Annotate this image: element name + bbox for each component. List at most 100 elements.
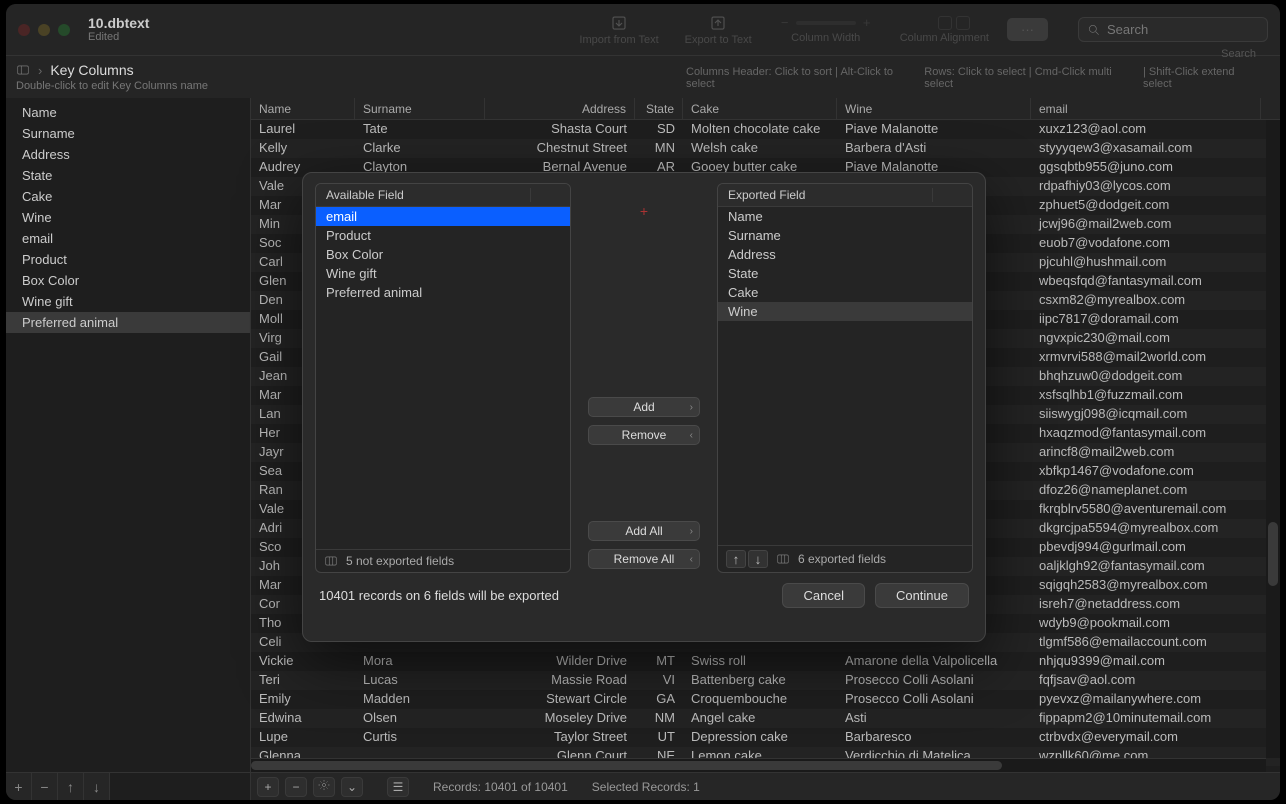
search-input[interactable]: Search — [1078, 17, 1268, 42]
table-cell: arincf8@mail2web.com — [1031, 443, 1261, 462]
zoom-window-button[interactable] — [58, 24, 70, 36]
sidebar-item[interactable]: Wine — [6, 207, 250, 228]
list-item[interactable]: Wine gift — [316, 264, 570, 283]
horizontal-scrollbar[interactable] — [251, 758, 1266, 772]
vertical-scrollbar[interactable] — [1266, 120, 1280, 758]
chevron-right-icon: › — [690, 402, 693, 413]
table-row[interactable]: EdwinaOlsenMoseley DriveNMAngel cakeAsti… — [251, 709, 1280, 728]
title-block: 10.dbtext Edited — [88, 16, 149, 43]
column-header[interactable]: Wine — [837, 98, 1031, 119]
list-item[interactable]: Product — [316, 226, 570, 245]
column-header[interactable]: Name — [251, 98, 355, 119]
table-row[interactable]: VickieMoraWilder DriveMTSwiss rollAmaron… — [251, 652, 1280, 671]
table-cell: zphuet5@dodgeit.com — [1031, 196, 1261, 215]
export-to-text-button[interactable]: Export to Text — [677, 14, 760, 46]
exported-fields-list[interactable]: Exported Field NameSurnameAddressStateCa… — [717, 183, 973, 573]
table-cell: siiswygj098@icqmail.com — [1031, 405, 1261, 424]
columns-icon — [776, 552, 790, 566]
table-cell: MT — [635, 652, 683, 671]
document-title: 10.dbtext — [88, 16, 149, 31]
collection-name[interactable]: Key Columns — [50, 62, 133, 78]
move-down-button[interactable]: ↓ — [84, 773, 110, 800]
move-exported-down-button[interactable]: ↓ — [748, 550, 768, 568]
move-up-button[interactable]: ↑ — [58, 773, 84, 800]
list-item[interactable]: Address — [718, 245, 972, 264]
sidebar-item[interactable]: Wine gift — [6, 291, 250, 312]
sidebar-item[interactable]: Name — [6, 102, 250, 123]
remove-field-dialog-button[interactable]: Remove‹ — [588, 425, 700, 445]
add-field-dialog-button[interactable]: Add› — [588, 397, 700, 417]
table-row[interactable]: LupeCurtisTaylor StreetUTDepression cake… — [251, 728, 1280, 747]
list-item[interactable]: Wine — [718, 302, 972, 321]
table-cell: UT — [635, 728, 683, 747]
move-exported-up-button[interactable]: ↑ — [726, 550, 746, 568]
list-item[interactable]: Name — [718, 207, 972, 226]
table-cell: Shasta Court — [485, 120, 635, 139]
column-header[interactable]: Cake — [683, 98, 837, 119]
table-cell: Depression cake — [683, 728, 837, 747]
list-item[interactable]: State — [718, 264, 972, 283]
table-cell: Clarke — [355, 139, 485, 158]
transfer-buttons: + Add› Remove‹ Add All› Remove All‹ — [579, 183, 709, 573]
table-cell: Angel cake — [683, 709, 837, 728]
column-header[interactable]: Address — [485, 98, 635, 119]
sidebar-item[interactable]: Box Color — [6, 270, 250, 291]
table-cell: Amarone della Valpolicella — [837, 652, 1031, 671]
add-row-button[interactable]: + — [257, 777, 279, 797]
table-cell: Prosecco Colli Asolani — [837, 690, 1031, 709]
list-item[interactable]: email — [316, 207, 570, 226]
remove-all-button[interactable]: Remove All‹ — [588, 549, 700, 569]
row-settings-button[interactable] — [313, 777, 335, 797]
table-row[interactable]: KellyClarkeChestnut StreetMNWelsh cakeBa… — [251, 139, 1280, 158]
remove-field-button[interactable]: − — [32, 773, 58, 800]
remove-row-button[interactable]: − — [285, 777, 307, 797]
field-list[interactable]: NameSurnameAddressStateCakeWineemailProd… — [6, 98, 250, 772]
table-cell: Vickie — [251, 652, 355, 671]
sidebar-item[interactable]: Cake — [6, 186, 250, 207]
list-item[interactable]: Cake — [718, 283, 972, 302]
sidebar-item[interactable]: Surname — [6, 123, 250, 144]
table-cell: Wilder Drive — [485, 652, 635, 671]
close-window-button[interactable] — [18, 24, 30, 36]
sidebar-item[interactable]: email — [6, 228, 250, 249]
table-cell: Prosecco Colli Asolani — [837, 671, 1031, 690]
list-item[interactable]: Preferred animal — [316, 283, 570, 302]
add-field-button[interactable]: + — [6, 773, 32, 800]
list-item[interactable]: Box Color — [316, 245, 570, 264]
hint-row: Columns Header: Click to sort | Alt-Clic… — [686, 66, 1266, 90]
sidebar-item[interactable]: Address — [6, 144, 250, 165]
column-alignment-control[interactable]: Column Alignment — [892, 16, 997, 44]
table-row[interactable]: TeriLucasMassie RoadVIBattenberg cakePro… — [251, 671, 1280, 690]
column-header[interactable]: email — [1031, 98, 1261, 119]
table-cell: ngvxpic230@mail.com — [1031, 329, 1261, 348]
list-item[interactable]: Surname — [718, 226, 972, 245]
sidebar-item[interactable]: Product — [6, 249, 250, 270]
table-cell: Teri — [251, 671, 355, 690]
row-dropdown-button[interactable]: ⌄ — [341, 777, 363, 797]
sidebar-toggle-icon[interactable] — [16, 63, 30, 77]
chevron-right-icon: › — [38, 63, 42, 78]
column-header[interactable]: State — [635, 98, 683, 119]
table-cell: jcwj96@mail2web.com — [1031, 215, 1261, 234]
chevron-right-icon: › — [690, 526, 693, 537]
columns-icon — [324, 554, 338, 568]
table-cell: fippapm2@10minutemail.com — [1031, 709, 1261, 728]
grid-header[interactable]: NameSurnameAddressStateCakeWineemail — [251, 98, 1280, 120]
minimize-window-button[interactable] — [38, 24, 50, 36]
column-header[interactable]: Surname — [355, 98, 485, 119]
import-from-text-button[interactable]: Import from Text — [571, 14, 666, 46]
continue-button[interactable]: Continue — [875, 583, 969, 608]
table-row[interactable]: LaurelTateShasta CourtSDMolten chocolate… — [251, 120, 1280, 139]
table-cell: wbeqsfqd@fantasymail.com — [1031, 272, 1261, 291]
available-fields-list[interactable]: Available Field emailProductBox ColorWin… — [315, 183, 571, 573]
column-width-control[interactable]: −+ Column Width — [770, 15, 882, 44]
sidebar-item[interactable]: State — [6, 165, 250, 186]
plus-icon: + — [640, 203, 648, 219]
list-view-button[interactable]: ☰ — [387, 777, 409, 797]
table-cell: tlgmf586@emailaccount.com — [1031, 633, 1261, 652]
cancel-button[interactable]: Cancel — [782, 583, 864, 608]
table-cell: Swiss roll — [683, 652, 837, 671]
add-all-button[interactable]: Add All› — [588, 521, 700, 541]
table-row[interactable]: EmilyMaddenStewart CircleGACroquembouche… — [251, 690, 1280, 709]
sidebar-item[interactable]: Preferred animal — [6, 312, 250, 333]
